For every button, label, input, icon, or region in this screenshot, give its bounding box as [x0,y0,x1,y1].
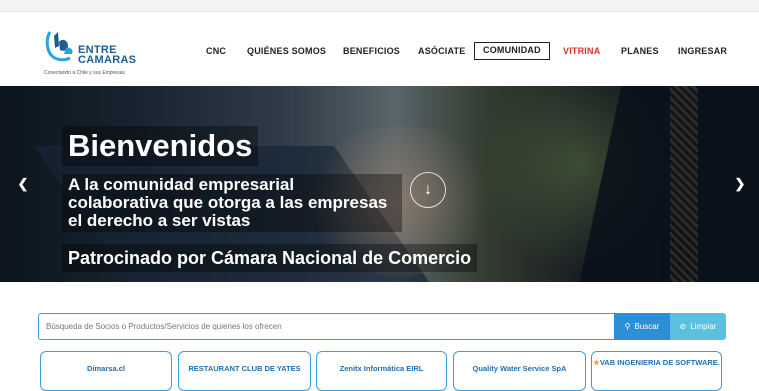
nav-item-ingresar[interactable]: INGRESAR [678,42,727,60]
nav-item-beneficios[interactable]: BENEFICIOS [343,42,400,60]
nav-item-vitrina[interactable]: VITRINA [563,42,600,60]
result-card[interactable]: ★VAB INGENIERIA DE SOFTWARE. [591,351,722,391]
arrow-down-icon[interactable]: ↓ [410,172,446,208]
chevron-left-icon[interactable]: ❮ [16,177,30,191]
results-list: Dimarsa.cl RESTAURANT CLUB DE YATES Zeni… [0,351,759,391]
hero-subtitle: A la comunidad empresarial colaborativa … [62,174,402,232]
clear-button-label: Limpiar [690,322,717,331]
main-nav: CNC QUIÉNES SOMOS BENEFICIOS ASÓCIATE CO… [0,42,759,62]
result-card-name: Quality Water Service SpA [472,364,567,373]
search-button[interactable]: ⚲ Buscar [614,313,670,340]
result-card-name: Zenitx Informática EIRL [339,364,424,373]
hero-sponsor: Patrocinado por Cámara Nacional de Comer… [62,244,478,272]
result-card[interactable]: RESTAURANT CLUB DE YATES [178,351,311,391]
chevron-right-icon[interactable]: ❯ [733,177,747,191]
nav-item-cnc[interactable]: CNC [206,42,226,60]
nav-item-comunidad[interactable]: COMUNIDAD [474,42,550,60]
result-card[interactable]: Quality Water Service SpA [453,351,586,391]
result-card-name: VAB INGENIERIA DE SOFTWARE. [599,358,720,367]
search-icon: ⚲ [624,322,631,331]
search-input[interactable] [38,313,614,340]
search-button-label: Buscar [634,322,660,331]
nav-item-asociate[interactable]: ASÓCIATE [418,42,465,60]
clear-button[interactable]: ⊘ Limpiar [670,313,726,340]
hero-carousel: Bienvenidos A la comunidad empresarial c… [0,86,759,282]
result-card[interactable]: Dimarsa.cl [40,351,172,391]
site-header: ENTRE CAMARAS Conectando a Chile y sus E… [0,12,759,86]
hero-title: Bienvenidos [62,126,259,166]
search-bar: ⚲Buscar ⊘Limpiar [38,313,726,340]
top-strip [0,0,759,12]
logo-tagline: Conectando a Chile y sus Empresas [44,70,125,76]
nav-item-planes[interactable]: PLANES [621,42,659,60]
nav-item-quienes-somos[interactable]: QUIÉNES SOMOS [247,42,326,60]
result-card-name: Dimarsa.cl [87,364,125,373]
result-card-name: RESTAURANT CLUB DE YATES [188,364,301,373]
star-icon: ★ [593,358,600,367]
ban-icon: ⊘ [679,322,687,331]
result-card[interactable]: Zenitx Informática EIRL [316,351,447,391]
